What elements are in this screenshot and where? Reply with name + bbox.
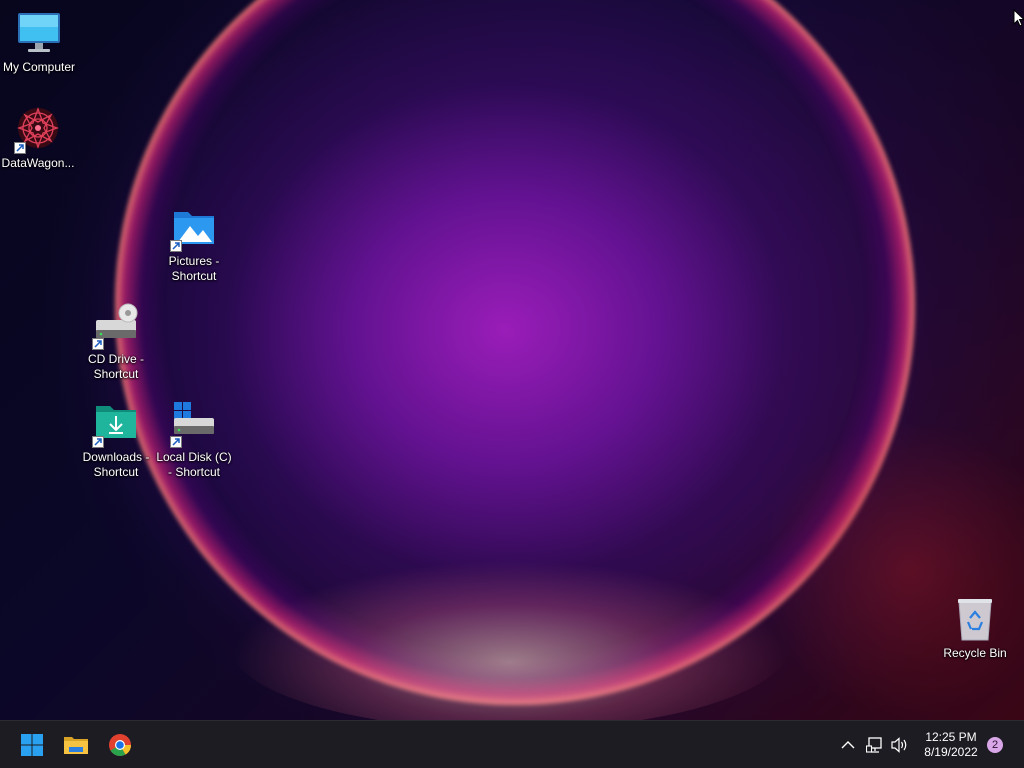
shortcut-arrow-icon	[170, 240, 182, 252]
pictures-folder-icon	[170, 204, 218, 252]
desktop-icon-label: DataWagon...	[1, 156, 75, 170]
desktop-icon-pictures-shortcut[interactable]: Pictures - Shortcut	[156, 204, 232, 284]
datawagon-app-icon	[14, 106, 62, 154]
desktop-icon-label: My Computer	[2, 60, 76, 74]
taskbar: 12:25 PM 8/19/2022 2	[0, 720, 1024, 768]
desktop-icon-label: Recycle Bin	[943, 646, 1007, 660]
chrome-icon	[109, 734, 131, 756]
monitor-icon	[15, 10, 63, 58]
desktop-wallpaper: My Computer DataWagon... Pictures - Shor…	[0, 0, 1024, 720]
desktop-icon-label: CD Drive - Shortcut	[88, 352, 144, 381]
desktop-icon-cd-drive-shortcut[interactable]: CD Drive - Shortcut	[78, 302, 154, 382]
chrome-button[interactable]	[102, 727, 138, 763]
desktop-icon-my-computer[interactable]: My Computer	[1, 10, 77, 75]
shortcut-arrow-icon	[14, 142, 26, 154]
shortcut-arrow-icon	[92, 436, 104, 448]
notification-badge[interactable]: 2	[987, 737, 1003, 753]
show-hidden-icons-button[interactable]	[838, 735, 858, 755]
file-explorer-button[interactable]	[58, 727, 94, 763]
shortcut-arrow-icon	[170, 436, 182, 448]
volume-button[interactable]	[890, 735, 910, 755]
desktop-icon-downloads-shortcut[interactable]: Downloads - Shortcut	[78, 400, 154, 480]
network-icon	[866, 737, 882, 753]
shortcut-arrow-icon	[92, 338, 104, 350]
desktop-icon-local-disk-shortcut[interactable]: Local Disk (C) - Shortcut	[156, 400, 232, 480]
volume-icon	[891, 737, 907, 753]
desktop-icon-datawagon[interactable]: DataWagon...	[0, 106, 76, 171]
clock-date: 8/19/2022	[924, 745, 978, 759]
wallpaper-glow-bottom	[230, 560, 790, 720]
clock-time: 12:25 PM	[925, 730, 977, 744]
desktop-icon-label: Pictures - Shortcut	[168, 254, 220, 283]
desktop-icon-label: Downloads - Shortcut	[82, 450, 150, 479]
network-button[interactable]	[865, 735, 885, 755]
start-icon	[21, 734, 43, 756]
desktop-icon-recycle-bin[interactable]: Recycle Bin	[937, 596, 1013, 661]
chevron-up-icon	[841, 741, 855, 749]
cd-drive-icon	[92, 302, 140, 350]
mouse-cursor-icon	[1013, 8, 1024, 32]
downloads-folder-icon	[92, 400, 140, 448]
local-disk-icon	[170, 400, 218, 448]
recycle-bin-icon	[951, 596, 999, 644]
file-explorer-icon	[64, 737, 88, 754]
clock[interactable]: 12:25 PM 8/19/2022	[918, 730, 984, 760]
start-button[interactable]	[14, 727, 50, 763]
desktop-icon-label: Local Disk (C) - Shortcut	[156, 450, 232, 479]
